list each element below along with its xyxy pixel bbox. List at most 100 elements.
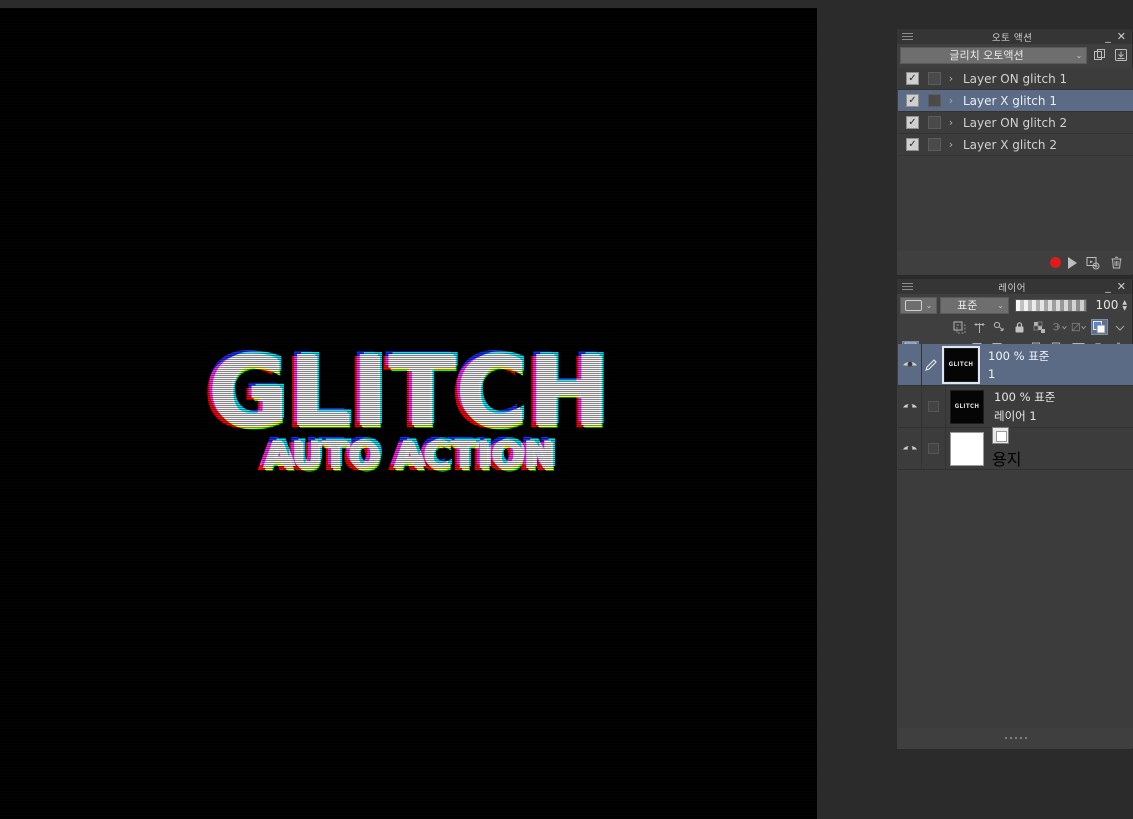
action-label: Layer X glitch 1 xyxy=(963,93,1057,108)
chevron-down-icon[interactable] xyxy=(1111,319,1128,335)
ruler-icon[interactable] xyxy=(971,319,988,335)
action-row[interactable]: ✓ › Layer X glitch 2 xyxy=(898,134,1133,156)
auto-action-title: 오토 액션 xyxy=(991,32,1033,44)
expand-chevron-icon[interactable]: › xyxy=(941,72,961,85)
auto-action-bottom-toolbar xyxy=(898,251,1133,274)
action-enabled-checkbox[interactable]: ✓ xyxy=(906,94,919,107)
layer-meta: 용지 xyxy=(988,427,1133,470)
expand-chevron-icon[interactable]: › xyxy=(941,94,961,107)
glitch-subtitle-white-layer: AUTO ACTION xyxy=(262,433,555,477)
copy-set-icon[interactable] xyxy=(1091,47,1108,64)
trash-icon[interactable] xyxy=(1108,254,1125,271)
action-set-selector[interactable]: 글리치 오토액션 ⌄ xyxy=(900,46,1087,64)
close-button[interactable]: ✕ xyxy=(1117,31,1126,42)
layer-thumbnail: GLITCH xyxy=(950,389,984,424)
action-row[interactable]: ✓ › Layer ON glitch 2 xyxy=(898,112,1133,134)
action-label: Layer X glitch 2 xyxy=(963,137,1057,152)
record-circle-icon[interactable] xyxy=(1050,257,1061,268)
layer-visibility-eye-icon[interactable] xyxy=(898,386,922,427)
hamburger-menu-icon[interactable] xyxy=(897,283,919,290)
blend-mode-selector[interactable]: 표준 ⌄ xyxy=(940,296,1009,314)
import-set-icon[interactable] xyxy=(1112,47,1129,64)
paper-layer-icon xyxy=(992,427,1009,444)
layer-thumbnail-text: GLITCH xyxy=(948,361,974,368)
clip-to-layer-icon[interactable] xyxy=(951,319,968,335)
layer-tool-row xyxy=(897,316,1132,338)
lock-box-icon xyxy=(928,443,939,454)
action-dialog-toggle[interactable] xyxy=(928,116,941,129)
expand-chevron-icon[interactable]: › xyxy=(941,138,961,151)
layer-row[interactable]: 용지 xyxy=(898,427,1133,470)
app-window: GLITCH GLITCH GLITCH GLITCH GLITCH GLITC… xyxy=(0,0,1133,819)
layer-edit-pencil-icon xyxy=(922,358,940,372)
action-enabled-checkbox[interactable]: ✓ xyxy=(906,116,919,129)
glitch-title: GLITCH GLITCH GLITCH GLITCH GLITCH GLITC… xyxy=(202,340,612,443)
action-dialog-toggle[interactable] xyxy=(928,138,941,151)
mask-mode-selector[interactable]: ⌄ xyxy=(900,296,937,314)
play-triangle-icon[interactable] xyxy=(1068,256,1077,269)
layer-name: 레이어 1 xyxy=(994,409,1037,423)
minimize-button[interactable]: _ xyxy=(1105,31,1111,42)
color-swatch-icon[interactable] xyxy=(1091,319,1108,335)
opacity-stepper[interactable]: ▲ ▼ xyxy=(1122,299,1129,311)
layer-blend-info: 100 % 표준 xyxy=(988,349,1050,363)
add-action-icon[interactable] xyxy=(1084,254,1101,271)
lock-transparency-icon[interactable] xyxy=(1031,319,1048,335)
action-dialog-toggle[interactable] xyxy=(928,94,941,107)
layer-panel-titlebar[interactable]: 레이어 _ ✕ xyxy=(897,279,1132,294)
action-row[interactable]: ✓ › Layer X glitch 1 xyxy=(898,90,1133,112)
layer-meta: 100 % 표준 1 xyxy=(982,348,1133,381)
mask-icon[interactable] xyxy=(1071,319,1088,335)
action-label: Layer ON glitch 1 xyxy=(963,71,1068,86)
action-label: Layer ON glitch 2 xyxy=(963,115,1068,130)
layer-panel-resize-grip[interactable] xyxy=(898,728,1133,748)
layer-thumbnail-wrap: GLITCH xyxy=(946,389,988,424)
stepper-up-icon[interactable]: ▲ xyxy=(1122,299,1127,305)
effect-icon[interactable] xyxy=(991,319,1008,335)
layer-list[interactable]: GLITCH 100 % 표준 1 GLITCH 100 % 표준 레이어 1 … xyxy=(898,344,1133,729)
opacity-value[interactable]: 100 xyxy=(1090,298,1120,312)
hamburger-menu-icon[interactable] xyxy=(897,33,919,40)
layer-visibility-eye-icon[interactable] xyxy=(898,344,922,385)
layer-name: 용지 xyxy=(992,450,1022,469)
layer-thumbnail-wrap: GLITCH xyxy=(940,345,982,384)
opacity-slider[interactable] xyxy=(1014,298,1087,312)
layer-thumbnail-text: GLITCH xyxy=(954,403,980,410)
action-set-value: 글리치 오토액션 xyxy=(949,49,1024,62)
layer-panel-title: 레이어 xyxy=(998,282,1026,294)
canvas-area[interactable]: GLITCH GLITCH GLITCH GLITCH GLITCH GLITC… xyxy=(0,8,817,819)
action-enabled-checkbox[interactable]: ✓ xyxy=(906,72,919,85)
chevron-down-icon: ⌄ xyxy=(997,300,1004,310)
auto-action-toolbar: 글리치 오토액션 ⌄ xyxy=(897,44,1132,66)
chevron-down-icon: ⌄ xyxy=(1075,50,1083,60)
layer-meta: 100 % 표준 레이어 1 xyxy=(988,389,1133,424)
layer-properties-row: ⌄ 표준 ⌄ 100 ▲ ▼ xyxy=(897,294,1132,316)
chevron-down-icon: ⌄ xyxy=(925,300,933,310)
expand-chevron-icon[interactable]: › xyxy=(941,116,961,129)
action-row[interactable]: ✓ › Layer ON glitch 1 xyxy=(898,68,1133,90)
minimize-button[interactable]: _ xyxy=(1105,281,1111,292)
glitch-title-group: GLITCH GLITCH GLITCH GLITCH GLITCH GLITC… xyxy=(202,340,612,477)
lock-icon[interactable] xyxy=(1011,319,1028,335)
stepper-down-icon[interactable]: ▼ xyxy=(1122,305,1127,311)
layer-visibility-eye-icon[interactable] xyxy=(898,428,922,469)
blend-mode-value: 표준 xyxy=(957,299,978,312)
action-dialog-toggle[interactable] xyxy=(928,72,941,85)
close-button[interactable]: ✕ xyxy=(1117,281,1126,292)
layer-thumbnail: GLITCH xyxy=(942,345,980,384)
auto-action-list[interactable]: ✓ › Layer ON glitch 1 ✓ › Layer X glitch… xyxy=(898,68,1133,252)
layer-row[interactable]: GLITCH 100 % 표준 레이어 1 xyxy=(898,386,1133,428)
layer-lock-toggle[interactable] xyxy=(922,386,946,427)
mask-swatch-icon xyxy=(905,299,922,311)
auto-action-titlebar[interactable]: 오토 액션 _ ✕ xyxy=(897,29,1132,44)
layer-row[interactable]: GLITCH 100 % 표준 1 xyxy=(898,344,1133,386)
artwork-glitch-text: GLITCH GLITCH GLITCH GLITCH GLITCH GLITC… xyxy=(0,340,817,508)
auto-action-panel: 오토 액션 _ ✕ 글리치 오토액션 ⌄ ✓ › Layer ON glitch… xyxy=(896,28,1133,276)
select-layer-icon[interactable] xyxy=(1051,319,1068,335)
layer-lock-toggle[interactable] xyxy=(922,428,946,469)
action-enabled-checkbox[interactable]: ✓ xyxy=(906,138,919,151)
lock-box-icon xyxy=(928,401,939,412)
layer-blend-info: 100 % 표준 xyxy=(994,390,1056,404)
layer-name: 1 xyxy=(988,367,996,381)
layer-panel: 레이어 _ ✕ ⌄ 표준 ⌄ 100 ▲ ▼ GLITCH 100 % 표준 1… xyxy=(896,278,1133,750)
